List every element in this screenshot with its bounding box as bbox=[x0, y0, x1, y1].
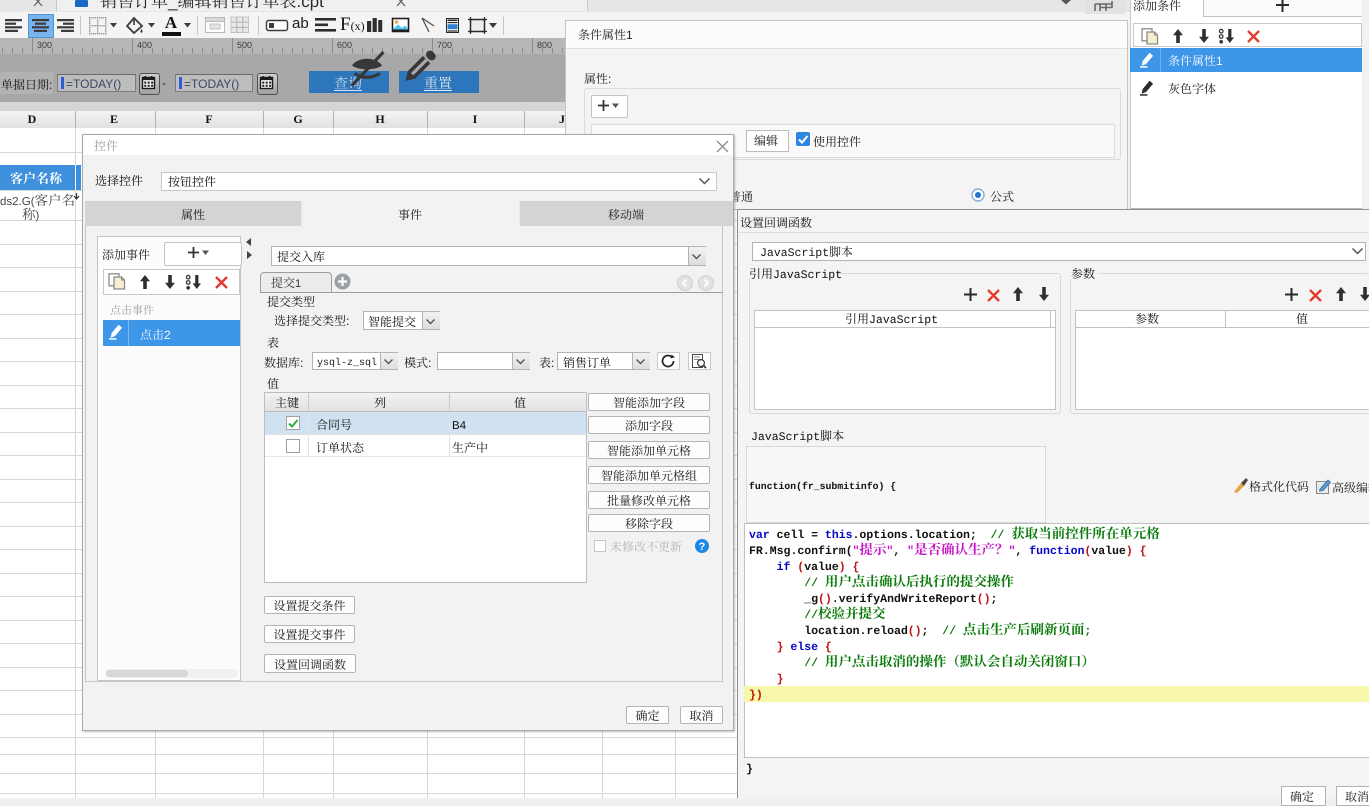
svg-text:?: ? bbox=[699, 541, 706, 553]
